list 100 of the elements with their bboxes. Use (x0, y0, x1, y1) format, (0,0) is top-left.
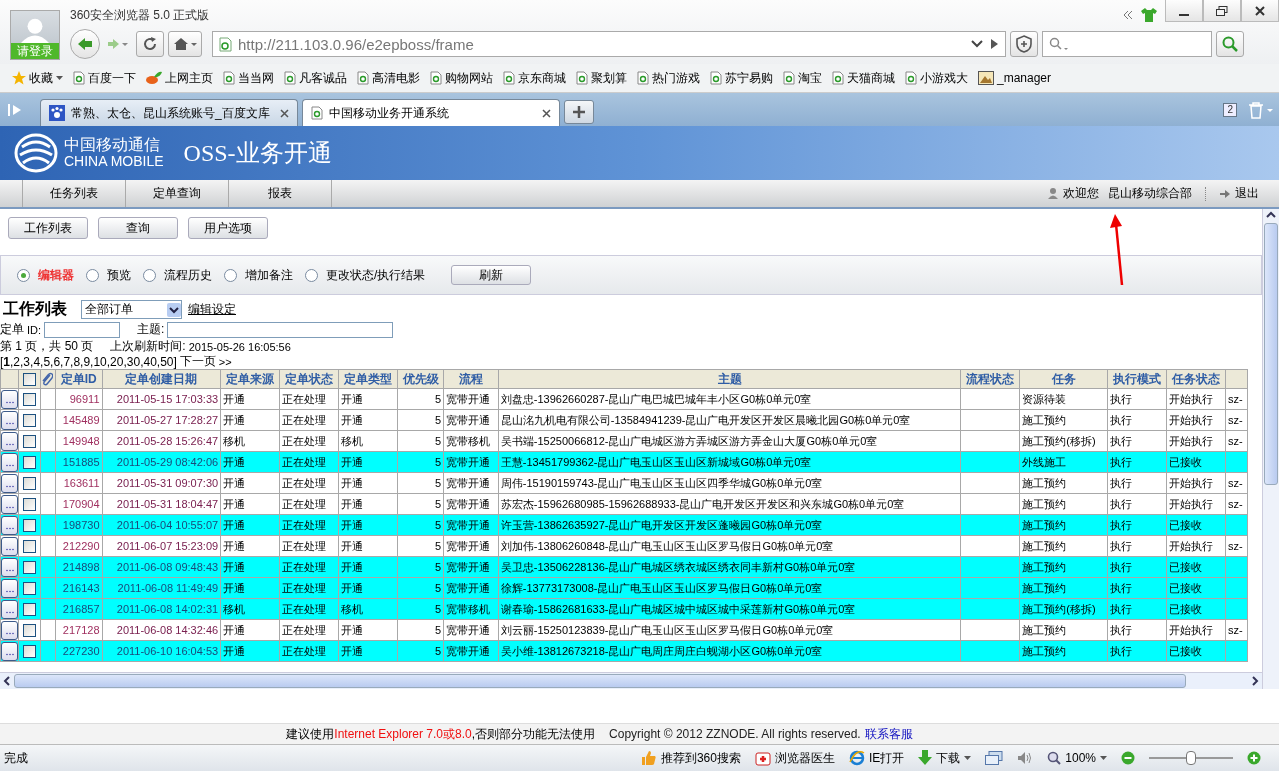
subject-field[interactable] (167, 321, 394, 338)
radio-icon[interactable] (305, 268, 318, 282)
row-checkbox[interactable] (23, 434, 36, 448)
column-header[interactable]: 定单状态 (279, 369, 339, 389)
row-menu-button[interactable] (1, 431, 18, 451)
status-button[interactable]: IE打开 (848, 749, 905, 767)
row-checkbox[interactable] (23, 476, 36, 490)
horizontal-scrollbar[interactable] (0, 672, 1262, 689)
bookmark[interactable]: 天猫商城 (832, 69, 895, 87)
shield-button[interactable] (1010, 31, 1038, 57)
row-menu-button[interactable] (1, 389, 18, 409)
browser-tab[interactable]: 中国移动业务开通系统 (302, 99, 560, 126)
radio-label[interactable]: 流程历史 (164, 266, 212, 284)
row-checkbox[interactable] (23, 518, 36, 532)
bookmark[interactable]: _manager (978, 71, 1052, 85)
toolbar-button[interactable]: 查询 (98, 217, 178, 239)
row-menu-button[interactable] (1, 473, 18, 493)
bookmark[interactable]: 京东商城 (503, 69, 566, 87)
view-radio[interactable]: 增加备注 (224, 266, 293, 284)
edit-settings-link[interactable]: 编辑设定 (188, 301, 236, 318)
column-header[interactable]: 主题 (498, 369, 961, 389)
nav-item[interactable]: 任务列表 (23, 180, 126, 207)
bookmark[interactable]: 热门游戏 (637, 69, 700, 87)
bookmark[interactable]: 凡客诚品 (284, 69, 347, 87)
row-checkbox[interactable] (23, 602, 36, 616)
refresh-button[interactable]: 刷新 (451, 265, 532, 285)
back-button[interactable] (70, 29, 100, 59)
row-checkbox[interactable] (23, 392, 36, 406)
row-menu-button[interactable] (1, 641, 18, 661)
nav-item[interactable]: 报表 (229, 180, 332, 207)
close-icon[interactable] (542, 108, 551, 118)
status-button[interactable]: 下载 (918, 749, 972, 767)
logout-link[interactable]: 退出 (1235, 185, 1259, 202)
radio-label[interactable]: 更改状态/执行结果 (326, 266, 426, 284)
dropdown-icon[interactable] (971, 40, 983, 48)
collapse-icon[interactable] (1123, 10, 1133, 20)
contact-link[interactable]: 联系客服 (864, 725, 913, 743)
bookmark[interactable]: 购物网站 (430, 69, 493, 87)
home-button[interactable] (168, 31, 202, 57)
speaker-icon[interactable] (1017, 751, 1034, 765)
bookmark[interactable]: 百度一下 (73, 69, 136, 87)
nav-item[interactable]: 定单查询 (126, 180, 229, 207)
radio-label[interactable]: 预览 (107, 266, 131, 284)
shirt-icon[interactable] (1141, 8, 1157, 22)
bookmark[interactable]: 上网主页 (146, 69, 213, 87)
row-menu-button[interactable] (1, 578, 18, 598)
refresh-button[interactable] (136, 31, 164, 57)
row-menu-button[interactable] (1, 620, 18, 640)
next-page-link[interactable]: >> (218, 355, 232, 368)
view-radio[interactable]: 更改状态/执行结果 (305, 266, 426, 284)
status-button[interactable]: 浏览器医生 (754, 749, 835, 767)
column-header[interactable]: 流程 (443, 369, 499, 389)
row-checkbox[interactable] (23, 644, 36, 658)
row-menu-button[interactable] (1, 599, 18, 619)
view-radio[interactable]: 预览 (86, 266, 131, 284)
row-checkbox[interactable] (23, 560, 36, 574)
next-page-link[interactable]: 下一页 (179, 353, 216, 370)
radio-icon[interactable] (86, 268, 99, 282)
close-button[interactable] (1241, 0, 1279, 22)
exit-icon[interactable] (1220, 189, 1230, 198)
new-tab-button[interactable] (564, 100, 594, 124)
window-icon[interactable] (985, 751, 1004, 765)
row-menu-button[interactable] (1, 515, 18, 535)
zoom-button[interactable]: 100% (1047, 751, 1107, 765)
toolbar-button[interactable]: 工作列表 (8, 217, 88, 239)
bookmark[interactable]: 小游戏大 (905, 69, 968, 87)
browser-tab[interactable]: 常熟、太仓、昆山系统账号_百度文库 (40, 99, 298, 126)
view-radio[interactable]: 编辑器 (17, 266, 74, 284)
column-header[interactable]: 任务 (1019, 369, 1108, 389)
search-field[interactable] (1042, 31, 1212, 57)
filter-dropdown[interactable]: 全部订单 (81, 300, 182, 319)
address-field[interactable]: http://211.103.0.96/e2epboss/frame (212, 31, 1006, 57)
minimize-button[interactable] (1165, 0, 1203, 22)
column-header[interactable]: 定单类型 (338, 369, 398, 389)
row-checkbox[interactable] (23, 539, 36, 553)
page-links[interactable]: [1,2,3,4,5,6,7,8,9,10,20,30,40,50] (0, 354, 177, 369)
restore-button[interactable] (1203, 0, 1241, 22)
closed-tabs-button[interactable]: 2 (1223, 102, 1237, 117)
row-checkbox[interactable] (23, 623, 36, 637)
radio-label[interactable]: 增加备注 (245, 266, 293, 284)
column-header[interactable]: 任务状态 (1166, 369, 1226, 389)
order-id-field[interactable] (44, 321, 121, 338)
radio-label[interactable]: 编辑器 (38, 266, 74, 284)
column-header[interactable]: 定单ID (55, 369, 103, 389)
column-header[interactable]: 流程状态 (960, 369, 1020, 389)
row-menu-button[interactable] (1, 410, 18, 430)
row-checkbox[interactable] (23, 581, 36, 595)
column-header[interactable]: 定单创建日期 (102, 369, 221, 389)
view-radio[interactable]: 流程历史 (143, 266, 212, 284)
row-checkbox[interactable] (23, 497, 36, 511)
column-header[interactable]: 执行模式 (1107, 369, 1167, 389)
row-checkbox[interactable] (23, 455, 36, 469)
row-menu-button[interactable] (1, 536, 18, 556)
bookmark[interactable]: 当当网 (223, 69, 274, 87)
column-header[interactable]: 定单来源 (220, 369, 280, 389)
row-menu-button[interactable] (1, 494, 18, 514)
search-button[interactable] (1216, 31, 1244, 57)
bookmark[interactable]: 聚划算 (576, 69, 627, 87)
close-icon[interactable] (280, 108, 289, 118)
radio-icon[interactable] (143, 268, 156, 282)
